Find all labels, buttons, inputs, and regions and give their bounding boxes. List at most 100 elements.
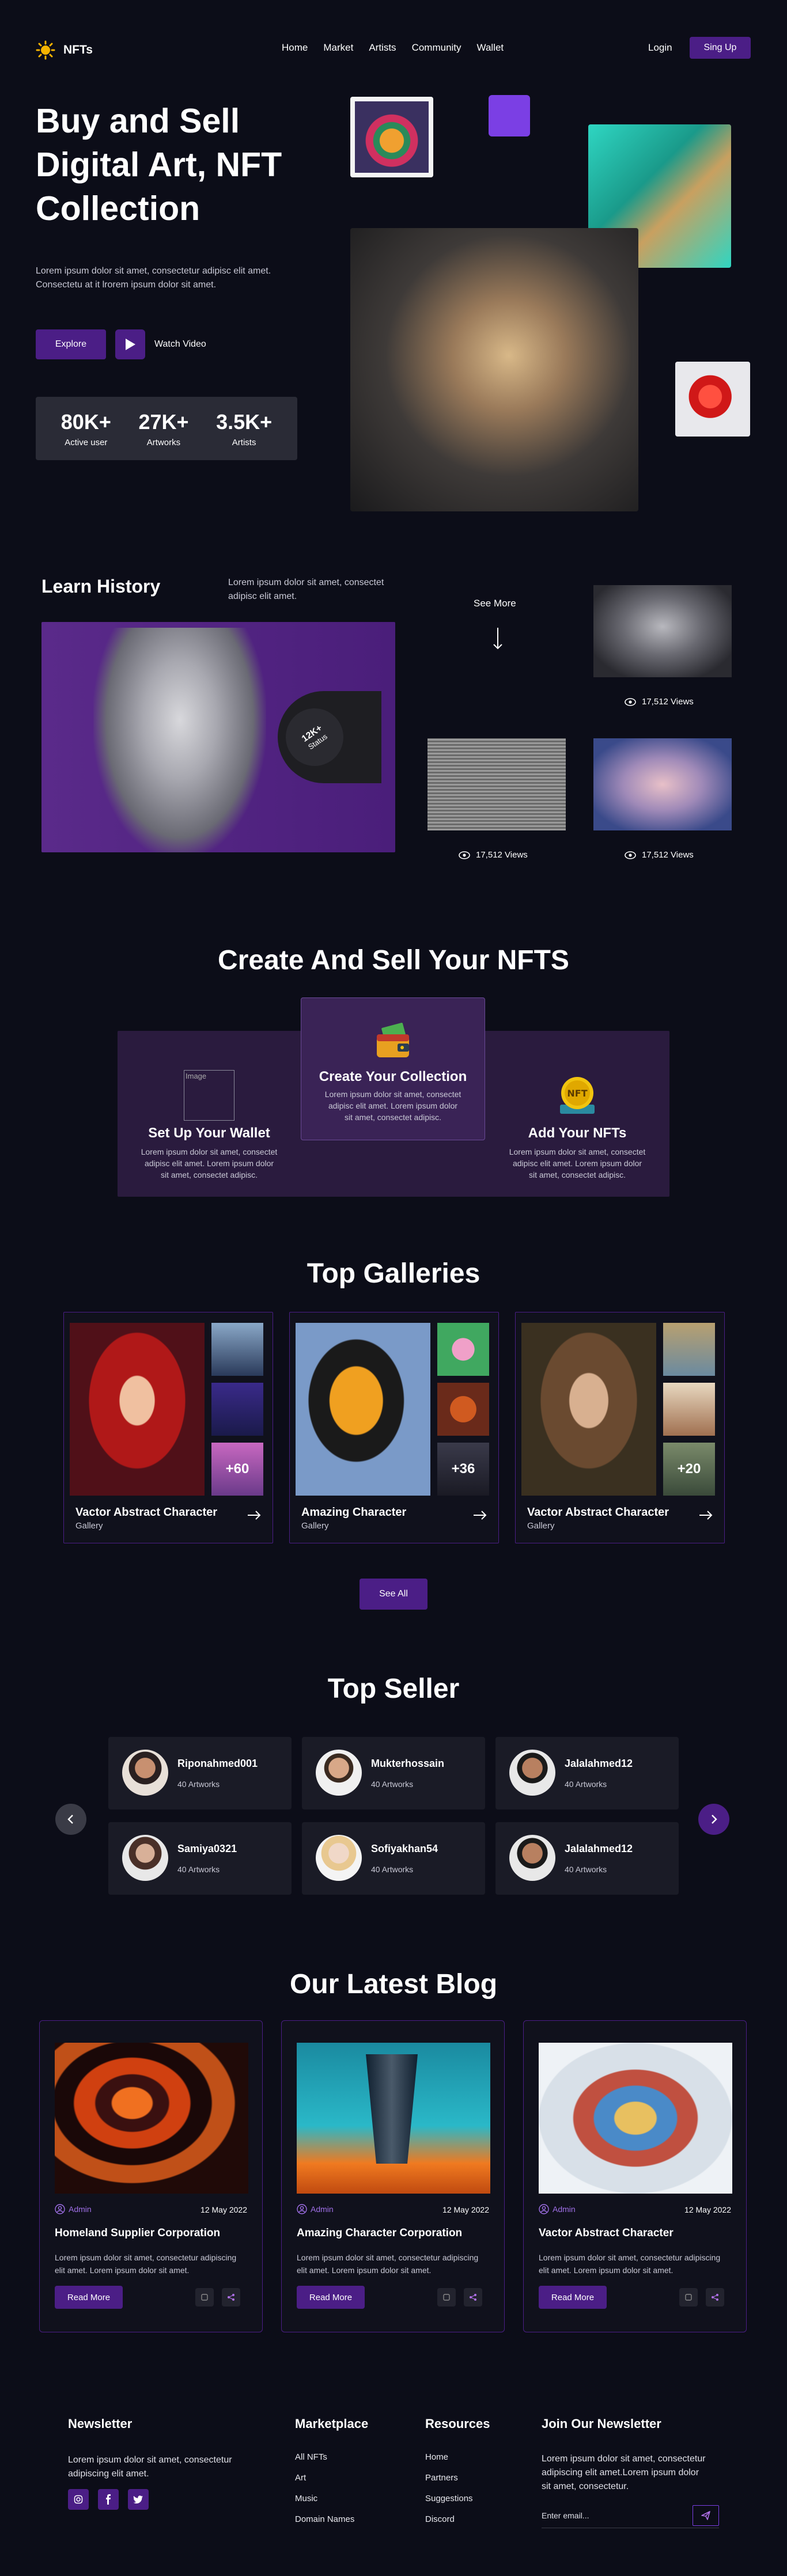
hero-text: Lorem ipsum dolor sit amet, consectetur … — [36, 266, 271, 290]
history-thumb-2[interactable] — [427, 738, 566, 830]
blog-title: Our Latest Blog — [289, 1969, 498, 2000]
send-icon — [701, 2511, 710, 2520]
hero-title: Buy and Sell Digital Art, NFT Collection — [36, 102, 282, 227]
brand-logo[interactable]: NFTs — [36, 40, 93, 60]
see-more-link[interactable]: See More — [474, 598, 516, 609]
read-more-button[interactable]: Read More — [55, 2286, 123, 2309]
brand-name: NFTs — [63, 43, 93, 56]
gallery-3-main-image — [521, 1323, 656, 1496]
share-button[interactable] — [464, 2288, 482, 2306]
avatar — [509, 1835, 555, 1881]
blog-card-1[interactable]: Admin 12 May 2022 Homeland Supplier Corp… — [39, 2020, 263, 2332]
blog-card-2[interactable]: Admin 12 May 2022 Amazing Character Corp… — [281, 2020, 505, 2332]
red-figure-card[interactable] — [675, 362, 750, 437]
email-input[interactable] — [542, 2507, 680, 2524]
share-icon — [712, 2294, 718, 2301]
share-button[interactable] — [706, 2288, 724, 2306]
play-icon — [115, 329, 145, 359]
main-nav: Home Market Artists Community Wallet — [282, 42, 504, 54]
user-icon — [55, 2204, 65, 2214]
send-button[interactable] — [693, 2505, 719, 2526]
cat-nft-image — [355, 101, 429, 173]
bookmark-button[interactable] — [437, 2288, 456, 2306]
gallery-card-2[interactable]: +36 Amazing Character Gallery — [289, 1312, 499, 1543]
seller-card-4[interactable]: Samiya0321 40 Artworks — [108, 1822, 292, 1895]
history-thumb-1[interactable] — [593, 585, 732, 677]
nav-wallet[interactable]: Wallet — [477, 42, 504, 54]
nav-community[interactable]: Community — [412, 42, 461, 54]
gallery-3-more: +20 — [663, 1443, 715, 1496]
chevron-right-icon — [712, 1815, 717, 1824]
blog-card-3[interactable]: Admin 12 May 2022 Vactor Abstract Charac… — [523, 2020, 747, 2332]
cat-nft-card[interactable] — [350, 97, 433, 177]
gallery-2-more: +36 — [437, 1443, 489, 1496]
avatar — [316, 1835, 362, 1881]
next-arrow-button[interactable] — [698, 1804, 729, 1835]
stat-artists: 3.5K+ Artists — [216, 409, 273, 447]
nav-market[interactable]: Market — [323, 42, 353, 54]
arrow-right-icon[interactable] — [473, 1511, 487, 1520]
footer-join-title: Join Our Newsletter — [542, 2416, 661, 2431]
history-thumb-3[interactable] — [593, 738, 732, 830]
seller-card-2[interactable]: Mukterhossain 40 Artworks — [302, 1737, 485, 1809]
blog-2-author[interactable]: Admin — [297, 2204, 334, 2214]
chevron-left-icon — [67, 1815, 73, 1824]
create-card-wallet: Image Set Up Your Wallet Lorem ipsum dol… — [118, 1070, 301, 1181]
views-2: 17,512 Views — [459, 850, 528, 860]
seller-card-6[interactable]: Jalalahmed12 40 Artworks — [495, 1822, 679, 1895]
history-title: Learn History — [41, 576, 161, 597]
footer-newsletter-text: Lorem ipsum dolor sit amet, consectetur … — [68, 2455, 232, 2479]
arrow-right-icon[interactable] — [247, 1511, 261, 1520]
eye-icon — [625, 851, 636, 859]
blog-1-author[interactable]: Admin — [55, 2204, 92, 2214]
footer-marketplace-title: Marketplace — [295, 2416, 369, 2431]
gallery-card-1[interactable]: +60 Vactor Abstract Character Gallery — [63, 1312, 273, 1543]
login-link[interactable]: Login — [648, 42, 672, 54]
galleries-title: Top Galleries — [307, 1258, 480, 1289]
watch-video-button[interactable]: Watch Video — [115, 329, 206, 359]
eye-icon — [625, 697, 636, 706]
gallery-3-thumb-1 — [663, 1323, 715, 1376]
sun-logo-icon — [36, 40, 55, 60]
bookmark-button[interactable] — [679, 2288, 698, 2306]
twitter-icon[interactable] — [128, 2489, 149, 2510]
arrow-right-icon[interactable] — [699, 1511, 713, 1520]
gallery-card-3[interactable]: +20 Vactor Abstract Character Gallery — [515, 1312, 725, 1543]
nav-home[interactable]: Home — [282, 42, 308, 54]
views-3: 17,512 Views — [625, 850, 694, 860]
facebook-icon[interactable] — [98, 2489, 119, 2510]
read-more-button[interactable]: Read More — [539, 2286, 607, 2309]
bookmark-icon — [443, 2294, 450, 2301]
nft-coin-icon: NFT — [560, 1077, 595, 1114]
prev-arrow-button[interactable] — [55, 1804, 86, 1835]
newsletter-form — [542, 2503, 719, 2528]
gallery-1-main-image — [70, 1323, 205, 1496]
red-figure-image — [688, 374, 737, 424]
create-title: Create And Sell Your NFTS — [218, 945, 569, 976]
footer-resources-links: Home Partners Suggestions Discord — [425, 2452, 473, 2524]
share-icon — [228, 2294, 234, 2301]
create-card-nfts: NFT Add Your NFTs Lorem ipsum dolor sit … — [485, 1070, 669, 1181]
footer-resources-title: Resources — [425, 2416, 490, 2431]
seller-card-5[interactable]: Sofiyakhan54 40 Artworks — [302, 1822, 485, 1895]
blog-3-author[interactable]: Admin — [539, 2204, 576, 2214]
avatar — [509, 1750, 555, 1796]
main-nft-artwork[interactable] — [350, 228, 638, 511]
instagram-icon[interactable] — [68, 2489, 89, 2510]
wallet-image-placeholder: Image — [184, 1070, 234, 1121]
seller-card-3[interactable]: Jalalahmed12 40 Artworks — [495, 1737, 679, 1809]
read-more-button[interactable]: Read More — [297, 2286, 365, 2309]
signup-button[interactable]: Sing Up — [690, 37, 751, 59]
bookmark-button[interactable] — [195, 2288, 214, 2306]
gallery-2-thumb-1 — [437, 1323, 489, 1376]
footer-newsletter-title: Newsletter — [68, 2416, 133, 2431]
see-all-button[interactable]: See All — [360, 1579, 427, 1610]
history-main-image[interactable]: 12K+ Status — [41, 622, 395, 852]
create-card-collection: Create Your Collection Lorem ipsum dolor… — [301, 1019, 485, 1123]
svg-text:NFT: NFT — [567, 1088, 587, 1099]
share-button[interactable] — [222, 2288, 240, 2306]
explore-button[interactable]: Explore — [36, 329, 106, 359]
seller-card-1[interactable]: Riponahmed001 40 Artworks — [108, 1737, 292, 1809]
nav-artists[interactable]: Artists — [369, 42, 396, 54]
hero-stats: 80K+ Active user 27K+ Artworks 3.5K+ Art… — [36, 397, 297, 460]
